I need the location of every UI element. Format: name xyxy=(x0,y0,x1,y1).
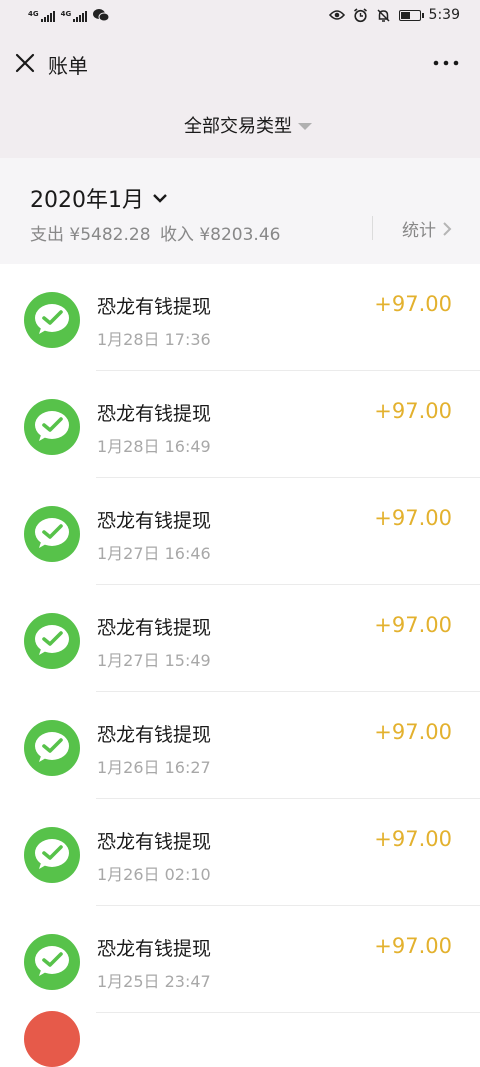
month-selector[interactable]: 2020年1月 xyxy=(30,182,168,214)
transaction-time: 1月26日 02:10 xyxy=(97,865,211,884)
transaction-title: 恐龙有钱提现 xyxy=(97,938,212,960)
transaction-row[interactable]: 恐龙有钱提现 1月27日 16:46 +97.00 xyxy=(0,478,480,585)
wechat-pay-icon xyxy=(24,827,80,883)
transaction-time: 1月26日 16:27 xyxy=(97,758,211,777)
transaction-time: 1月25日 23:47 xyxy=(97,972,211,991)
month-label: 2020年1月 xyxy=(30,188,144,213)
mute-bell-icon xyxy=(377,8,390,22)
transaction-amount: +97.00 xyxy=(374,292,452,316)
transaction-amount: +97.00 xyxy=(374,827,452,851)
transaction-title: 恐龙有钱提现 xyxy=(97,724,212,746)
transaction-amount: +97.00 xyxy=(374,720,452,744)
wechat-pay-icon xyxy=(24,720,80,776)
transaction-title: 恐龙有钱提现 xyxy=(97,296,212,318)
battery-icon xyxy=(398,9,424,21)
status-bar: 4G 4G 5:39 xyxy=(0,0,480,34)
row-divider xyxy=(96,1012,480,1013)
eye-icon xyxy=(328,10,345,20)
expense-summary: 支出 ¥5482.28 xyxy=(30,225,151,245)
more-icon[interactable] xyxy=(432,56,460,70)
transaction-list: 恐龙有钱提现 1月28日 17:36 +97.00 恐龙有钱提现 1月28日 1… xyxy=(0,264,480,1013)
divider xyxy=(372,216,373,240)
transaction-title: 恐龙有钱提现 xyxy=(97,403,212,425)
transaction-amount: +97.00 xyxy=(374,934,452,958)
transaction-time: 1月28日 17:36 xyxy=(97,330,211,349)
alarm-clock-icon xyxy=(353,7,367,22)
transaction-row[interactable]: 恐龙有钱提现 1月28日 17:36 +97.00 xyxy=(0,264,480,371)
transaction-title: 恐龙有钱提现 xyxy=(97,831,212,853)
transaction-row[interactable]: 恐龙有钱提现 1月27日 15:49 +97.00 xyxy=(0,585,480,692)
transaction-row[interactable]: 恐龙有钱提现 1月26日 02:10 +97.00 xyxy=(0,799,480,906)
transaction-title: 恐龙有钱提现 xyxy=(97,617,212,639)
filter-label: 全部交易类型 xyxy=(184,116,292,137)
transaction-app-icon xyxy=(24,1011,80,1067)
month-header: 2020年1月 支出 ¥5482.28 收入 ¥8203.46 统计 xyxy=(0,158,480,264)
month-summary: 支出 ¥5482.28 收入 ¥8203.46 xyxy=(30,220,284,245)
income-summary: 收入 ¥8203.46 xyxy=(159,225,281,245)
caret-down-icon xyxy=(298,122,312,130)
transaction-time: 1月27日 15:49 xyxy=(97,651,211,670)
wechat-pay-icon xyxy=(24,613,80,669)
transaction-title: 恐龙有钱提现 xyxy=(97,510,212,532)
wechat-pay-icon xyxy=(24,506,80,562)
stats-button[interactable]: 统计 xyxy=(402,216,452,241)
transaction-time: 1月27日 16:46 xyxy=(97,544,211,563)
signal-strength-icon: 4G xyxy=(61,11,88,22)
wechat-pay-icon xyxy=(24,934,80,990)
status-left: 4G 4G xyxy=(28,8,110,22)
page-title: 账单 xyxy=(48,54,88,78)
wechat-notification-icon xyxy=(93,9,110,22)
stats-label: 统计 xyxy=(402,221,436,241)
transaction-amount: +97.00 xyxy=(374,613,452,637)
signal-strength-icon: 4G xyxy=(28,11,55,22)
transaction-row[interactable]: 恐龙有钱提现 1月25日 23:47 +97.00 xyxy=(0,906,480,1013)
network-type-label: 4G xyxy=(60,10,72,18)
transaction-amount: +97.00 xyxy=(374,506,452,530)
transaction-time: 1月28日 16:49 xyxy=(97,437,211,456)
wechat-pay-icon xyxy=(24,399,80,455)
filter-bar: 全部交易类型 xyxy=(0,94,480,158)
wechat-pay-icon xyxy=(24,292,80,348)
network-type-label: 4G xyxy=(28,10,39,18)
transaction-type-filter[interactable]: 全部交易类型 xyxy=(184,112,312,138)
clock-time: 5:39 xyxy=(428,7,460,23)
transaction-row[interactable]: 恐龙有钱提现 1月26日 16:27 +97.00 xyxy=(0,692,480,799)
chevron-right-icon xyxy=(443,221,452,236)
nav-bar: 账单 xyxy=(0,34,480,94)
status-right: 5:39 xyxy=(328,7,460,23)
close-icon[interactable] xyxy=(12,50,38,76)
transaction-amount: +97.00 xyxy=(374,399,452,423)
chevron-down-icon xyxy=(153,194,167,203)
transaction-row[interactable]: 恐龙有钱提现 1月28日 16:49 +97.00 xyxy=(0,371,480,478)
